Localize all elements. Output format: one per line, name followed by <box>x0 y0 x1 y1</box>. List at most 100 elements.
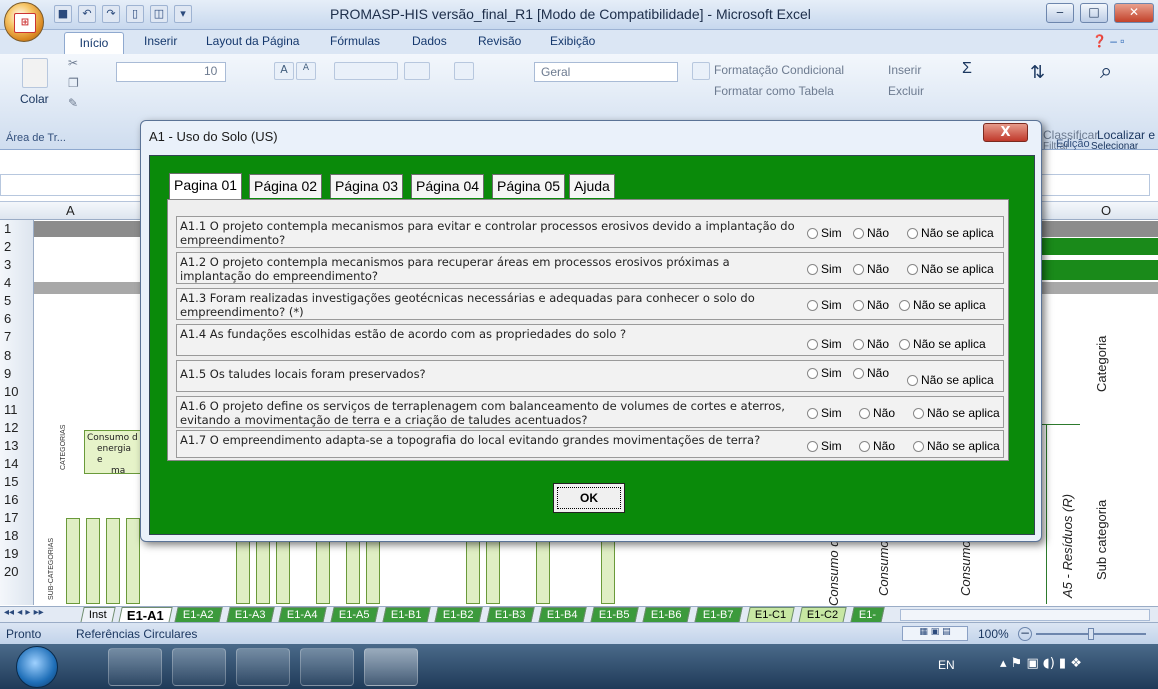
delete-cells-button[interactable]: Excluir <box>888 84 924 98</box>
row-header[interactable]: 10 <box>4 384 18 399</box>
sheet-tab[interactable]: E1-C2 <box>798 607 847 623</box>
start-button[interactable] <box>16 646 58 688</box>
help-icon[interactable]: ❓ ‒ ▫ <box>1092 34 1125 48</box>
sheet-tab[interactable]: E1-B3 <box>486 607 535 623</box>
explorer-icon[interactable] <box>108 648 162 686</box>
column-a-header[interactable]: A <box>66 203 75 218</box>
number-format-field[interactable]: Geral <box>534 62 678 82</box>
radio-icon[interactable] <box>859 440 870 452</box>
zoom-level[interactable]: 100% <box>978 627 1009 641</box>
minimize-button[interactable]: ‒ <box>1046 3 1074 23</box>
row-header[interactable]: 5 <box>4 293 11 308</box>
sort-filter-icon[interactable]: ⇅ <box>1030 62 1045 83</box>
sheet-tab[interactable]: E1-C1 <box>746 607 795 623</box>
sheet-tab[interactable]: E1-B2 <box>434 607 483 623</box>
browser-icon[interactable] <box>236 648 290 686</box>
zoom-slider-thumb[interactable] <box>1088 628 1094 640</box>
row-header[interactable]: 1 <box>4 221 11 236</box>
find-icon[interactable]: ⌕ <box>1100 58 1112 84</box>
copy-icon[interactable]: ❐ <box>68 76 79 90</box>
row-header[interactable]: 8 <box>4 348 11 363</box>
word-icon[interactable] <box>300 648 354 686</box>
alignment-icons[interactable] <box>334 62 398 80</box>
radio-icon[interactable] <box>853 227 864 239</box>
row-header[interactable]: 20 <box>4 564 18 579</box>
option-sim[interactable]: Sim <box>807 337 842 351</box>
qat-dropdown-icon[interactable]: ▾ <box>174 5 192 23</box>
tab-ajuda[interactable]: Ajuda <box>569 174 615 198</box>
radio-icon[interactable] <box>807 407 818 419</box>
option-nao-se-aplica[interactable]: Não se aplica <box>907 226 994 240</box>
option-nao[interactable]: Não <box>853 298 889 312</box>
row-header[interactable]: 6 <box>4 311 11 326</box>
orientation-icon[interactable] <box>404 62 430 80</box>
maximize-button[interactable]: □ <box>1080 3 1108 23</box>
sheet-tab[interactable]: E1-B1 <box>382 607 431 623</box>
row-header[interactable]: 12 <box>4 420 18 435</box>
option-sim[interactable]: Sim <box>807 406 842 420</box>
option-sim[interactable]: Sim <box>807 262 842 276</box>
tab-exibicao[interactable]: Exibição <box>550 34 595 48</box>
row-header[interactable]: 17 <box>4 510 18 525</box>
ok-button[interactable]: OK <box>553 483 625 513</box>
option-nao-se-aplica[interactable]: Não se aplica <box>913 406 1000 420</box>
radio-icon[interactable] <box>907 374 918 386</box>
office-button[interactable]: ⊞ <box>4 2 44 42</box>
row-header[interactable]: 14 <box>4 456 18 471</box>
tab-dados[interactable]: Dados <box>412 34 447 48</box>
row-header[interactable]: 9 <box>4 366 11 381</box>
tab-pagina-02[interactable]: Página 02 <box>249 174 323 198</box>
find-button[interactable]: Localizar e <box>1097 128 1155 142</box>
print-preview-icon[interactable]: ◫ <box>150 5 168 23</box>
radio-icon[interactable] <box>853 367 864 379</box>
sheet-tab[interactable]: E1-A3 <box>226 607 275 623</box>
sheet-tab[interactable]: Inst <box>80 607 116 623</box>
sheet-tab[interactable]: E1- <box>850 607 885 623</box>
undo-icon[interactable]: ↶ <box>78 5 96 23</box>
radio-icon[interactable] <box>807 299 818 311</box>
tab-revisao[interactable]: Revisão <box>478 34 521 48</box>
row-header[interactable]: 2 <box>4 239 11 254</box>
tab-pagina-01[interactable]: Pagina 01 <box>169 173 243 200</box>
radio-icon[interactable] <box>807 367 818 379</box>
radio-icon[interactable] <box>907 227 918 239</box>
view-buttons[interactable]: ▦ ▣ ▤ <box>902 626 968 641</box>
option-nao[interactable]: Não <box>859 439 895 453</box>
radio-icon[interactable] <box>807 440 818 452</box>
sheet-tab[interactable]: E1-A5 <box>330 607 379 623</box>
radio-icon[interactable] <box>807 263 818 275</box>
tab-pagina-05[interactable]: Página 05 <box>492 174 566 198</box>
new-file-icon[interactable]: ▯ <box>126 5 144 23</box>
option-nao[interactable]: Não <box>853 366 889 380</box>
radio-icon[interactable] <box>913 440 924 452</box>
format-table-button[interactable]: Formatar como Tabela <box>714 84 834 98</box>
cut-icon[interactable]: ✂ <box>68 56 78 70</box>
option-nao[interactable]: Não <box>853 337 889 351</box>
row-header[interactable]: 19 <box>4 546 18 561</box>
tab-inicio[interactable]: Início <box>64 32 124 54</box>
paste-button[interactable]: Colar <box>20 92 49 106</box>
row-header[interactable]: 11 <box>4 402 18 417</box>
tab-formulas[interactable]: Fórmulas <box>330 34 380 48</box>
sum-icon[interactable]: Σ <box>962 60 972 78</box>
sheet-tab[interactable]: E1-A2 <box>174 607 223 623</box>
tab-pagina-04[interactable]: Página 04 <box>411 174 485 198</box>
status-circular[interactable]: Referências Circulares <box>76 627 197 641</box>
option-sim[interactable]: Sim <box>807 439 842 453</box>
conditional-format-button[interactable]: Formatação Condicional <box>714 63 844 77</box>
row-header[interactable]: 3 <box>4 257 11 272</box>
sheet-nav-icons[interactable]: ◂◂ ◂ ▸ ▸▸ <box>4 607 44 618</box>
radio-icon[interactable] <box>907 263 918 275</box>
row-header[interactable]: 4 <box>4 275 11 290</box>
option-nao[interactable]: Não <box>853 226 889 240</box>
tab-layout[interactable]: Layout da Página <box>206 34 299 48</box>
radio-icon[interactable] <box>853 263 864 275</box>
insert-cells-button[interactable]: Inserir <box>888 63 921 77</box>
option-sim[interactable]: Sim <box>807 366 842 380</box>
row-header[interactable]: 18 <box>4 528 18 543</box>
font-size-value[interactable]: 10 <box>204 64 217 78</box>
tab-inserir[interactable]: Inserir <box>144 34 177 48</box>
language-indicator[interactable]: EN <box>938 658 955 672</box>
format-painter-icon[interactable]: ✎ <box>68 96 78 110</box>
sheet-tab[interactable]: E1-A4 <box>278 607 327 623</box>
